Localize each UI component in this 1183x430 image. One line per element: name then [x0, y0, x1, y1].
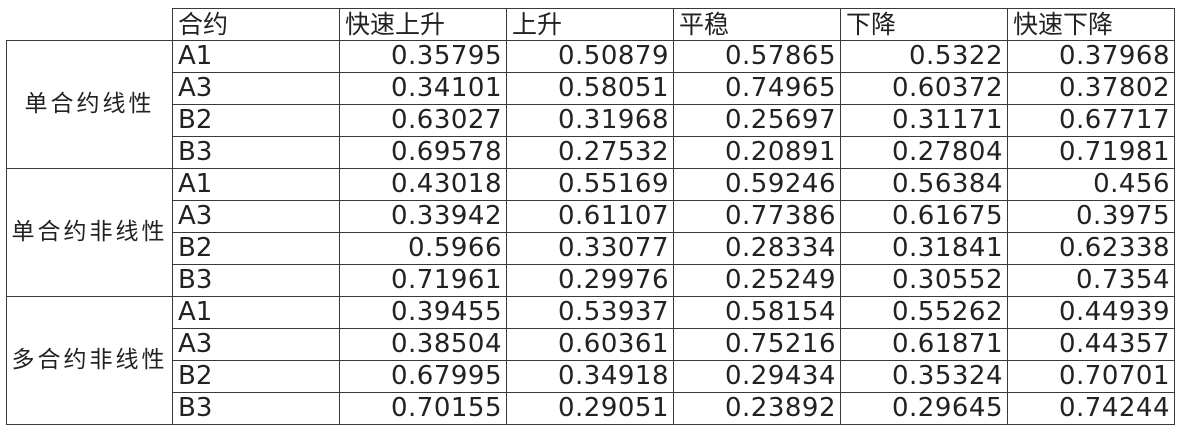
- group-label-cell[interactable]: 多合约非线性: [6, 296, 173, 425]
- table-row: A3 0.33942 0.61107 0.77386 0.61675 0.3975: [7, 200, 1175, 233]
- value-cell-fall[interactable]: 0.31841: [840, 232, 1008, 265]
- group-label-cell[interactable]: 单合约线性: [6, 40, 173, 169]
- contract-code-cell[interactable]: A1: [172, 296, 340, 329]
- results-table: 合约 快速上升 上升 平稳 下降 快速下降 单合约线性 A1 0.35795 0.50…: [6, 8, 1175, 425]
- table-row: B2 0.67995 0.34918 0.29434 0.35324 0.70701: [7, 360, 1175, 393]
- value-cell-fall[interactable]: 0.27804: [840, 136, 1008, 169]
- value-cell-rapid-fall[interactable]: 0.74244: [1007, 392, 1175, 425]
- value-cell-stable[interactable]: 0.29434: [673, 360, 841, 393]
- value-cell-rapid-rise[interactable]: 0.33942: [339, 200, 507, 233]
- header-cell-stable[interactable]: 平稳: [673, 8, 841, 41]
- value-cell-rapid-rise[interactable]: 0.38504: [339, 328, 507, 361]
- value-cell-rapid-fall[interactable]: 0.67717: [1007, 104, 1175, 137]
- value-cell-rise[interactable]: 0.60361: [506, 328, 674, 361]
- value-cell-rapid-rise[interactable]: 0.69578: [339, 136, 507, 169]
- table-row: 单合约非线性 A1 0.43018 0.55169 0.59246 0.56384 0.45…: [6, 168, 1175, 297]
- value-cell-stable[interactable]: 0.25697: [673, 104, 841, 137]
- contract-code-cell[interactable]: B3: [172, 392, 340, 425]
- contract-code-cell[interactable]: A3: [172, 200, 340, 233]
- value-cell-stable[interactable]: 0.57865: [673, 40, 841, 73]
- value-cell-stable[interactable]: 0.28334: [673, 232, 841, 265]
- contract-code-cell[interactable]: B2: [172, 360, 340, 393]
- value-cell-rapid-fall[interactable]: 0.70701: [1007, 360, 1175, 393]
- value-cell-fall[interactable]: 0.29645: [840, 392, 1008, 425]
- value-cell-rapid-rise[interactable]: 0.71961: [339, 264, 507, 297]
- value-cell-rise[interactable]: 0.50879: [506, 40, 674, 73]
- contract-code-cell[interactable]: B3: [172, 264, 340, 297]
- contract-code-cell[interactable]: B2: [172, 104, 340, 137]
- value-cell-rapid-fall[interactable]: 0.7354: [1007, 264, 1175, 297]
- value-cell-rapid-fall[interactable]: 0.44939: [1007, 296, 1175, 329]
- table-row: 多合约非线性 A1 0.39455 0.53937 0.58154 0.55262 0.44…: [6, 296, 1175, 425]
- header-row: 合约 快速上升 上升 平稳 下降 快速下降: [6, 8, 1175, 41]
- value-cell-fall[interactable]: 0.31171: [840, 104, 1008, 137]
- value-cell-fall[interactable]: 0.56384: [840, 168, 1008, 201]
- value-cell-stable[interactable]: 0.59246: [673, 168, 841, 201]
- value-cell-stable[interactable]: 0.23892: [673, 392, 841, 425]
- value-cell-rise[interactable]: 0.29051: [506, 392, 674, 425]
- table-body: 合约 快速上升 上升 平稳 下降 快速下降 单合约线性 A1 0.35795 0.50…: [6, 8, 1175, 425]
- contract-code-cell[interactable]: A3: [172, 328, 340, 361]
- value-cell-stable[interactable]: 0.77386: [673, 200, 841, 233]
- table-row: B3 0.71961 0.29976 0.25249 0.30552 0.7354: [7, 264, 1175, 297]
- value-cell-rise[interactable]: 0.53937: [506, 296, 674, 329]
- value-cell-rapid-rise[interactable]: 0.39455: [339, 296, 507, 329]
- value-cell-rapid-rise[interactable]: 0.35795: [339, 40, 507, 73]
- contract-code-cell[interactable]: B3: [172, 136, 340, 169]
- value-cell-rapid-fall[interactable]: 0.44357: [1007, 328, 1175, 361]
- value-cell-rise[interactable]: 0.34918: [506, 360, 674, 393]
- value-cell-rise[interactable]: 0.33077: [506, 232, 674, 265]
- value-cell-rapid-fall[interactable]: 0.37802: [1007, 72, 1175, 105]
- value-cell-rapid-rise[interactable]: 0.43018: [339, 168, 507, 201]
- value-cell-fall[interactable]: 0.61871: [840, 328, 1008, 361]
- value-cell-rapid-rise[interactable]: 0.5966: [339, 232, 507, 265]
- value-cell-rise[interactable]: 0.27532: [506, 136, 674, 169]
- table-row: B2 0.63027 0.31968 0.25697 0.31171 0.67717: [7, 104, 1175, 137]
- value-cell-rise[interactable]: 0.55169: [506, 168, 674, 201]
- value-cell-stable[interactable]: 0.75216: [673, 328, 841, 361]
- value-cell-stable[interactable]: 0.74965: [673, 72, 841, 105]
- value-cell-rise[interactable]: 0.29976: [506, 264, 674, 297]
- table-row: B3 0.70155 0.29051 0.23892 0.29645 0.74244: [7, 392, 1175, 425]
- contract-code-cell[interactable]: B2: [172, 232, 340, 265]
- value-cell-rapid-rise[interactable]: 0.67995: [339, 360, 507, 393]
- header-cell-rapid-fall[interactable]: 快速下降: [1007, 8, 1175, 41]
- value-cell-fall[interactable]: 0.5322: [840, 40, 1008, 73]
- contract-code-cell[interactable]: A1: [172, 168, 340, 201]
- contract-code-cell[interactable]: A1: [172, 40, 340, 73]
- value-cell-stable[interactable]: 0.58154: [673, 296, 841, 329]
- table-row: A3 0.34101 0.58051 0.74965 0.60372 0.37802: [7, 72, 1175, 105]
- value-cell-fall[interactable]: 0.61675: [840, 200, 1008, 233]
- table-row: 单合约线性 A1 0.35795 0.50879 0.57865 0.5322 0.3796…: [6, 40, 1175, 169]
- table-row: B3 0.69578 0.27532 0.20891 0.27804 0.71981: [7, 136, 1175, 169]
- header-cell-rapid-rise[interactable]: 快速上升: [339, 8, 507, 41]
- value-cell-fall[interactable]: 0.60372: [840, 72, 1008, 105]
- value-cell-rise[interactable]: 0.58051: [506, 72, 674, 105]
- value-cell-rapid-fall[interactable]: 0.37968: [1007, 40, 1175, 73]
- group-label-cell[interactable]: 单合约非线性: [6, 168, 173, 297]
- header-cell-code[interactable]: 合约: [172, 8, 340, 41]
- value-cell-fall[interactable]: 0.55262: [840, 296, 1008, 329]
- header-cell-rise[interactable]: 上升: [506, 8, 674, 41]
- value-cell-rise[interactable]: 0.31968: [506, 104, 674, 137]
- value-cell-rapid-rise[interactable]: 0.63027: [339, 104, 507, 137]
- value-cell-rapid-fall[interactable]: 0.71981: [1007, 136, 1175, 169]
- value-cell-rapid-fall[interactable]: 0.3975: [1007, 200, 1175, 233]
- contract-code-cell[interactable]: A3: [172, 72, 340, 105]
- table-row: A3 0.38504 0.60361 0.75216 0.61871 0.44357: [7, 328, 1175, 361]
- value-cell-fall[interactable]: 0.30552: [840, 264, 1008, 297]
- table-row: B2 0.5966 0.33077 0.28334 0.31841 0.62338: [7, 232, 1175, 265]
- value-cell-stable[interactable]: 0.20891: [673, 136, 841, 169]
- value-cell-fall[interactable]: 0.35324: [840, 360, 1008, 393]
- value-cell-stable[interactable]: 0.25249: [673, 264, 841, 297]
- value-cell-rapid-fall[interactable]: 0.62338: [1007, 232, 1175, 265]
- value-cell-rapid-fall[interactable]: 0.456: [1007, 168, 1175, 201]
- value-cell-rapid-rise[interactable]: 0.70155: [339, 392, 507, 425]
- value-cell-rapid-rise[interactable]: 0.34101: [339, 72, 507, 105]
- corner-cell[interactable]: [6, 8, 173, 41]
- header-cell-fall[interactable]: 下降: [840, 8, 1008, 41]
- value-cell-rise[interactable]: 0.61107: [506, 200, 674, 233]
